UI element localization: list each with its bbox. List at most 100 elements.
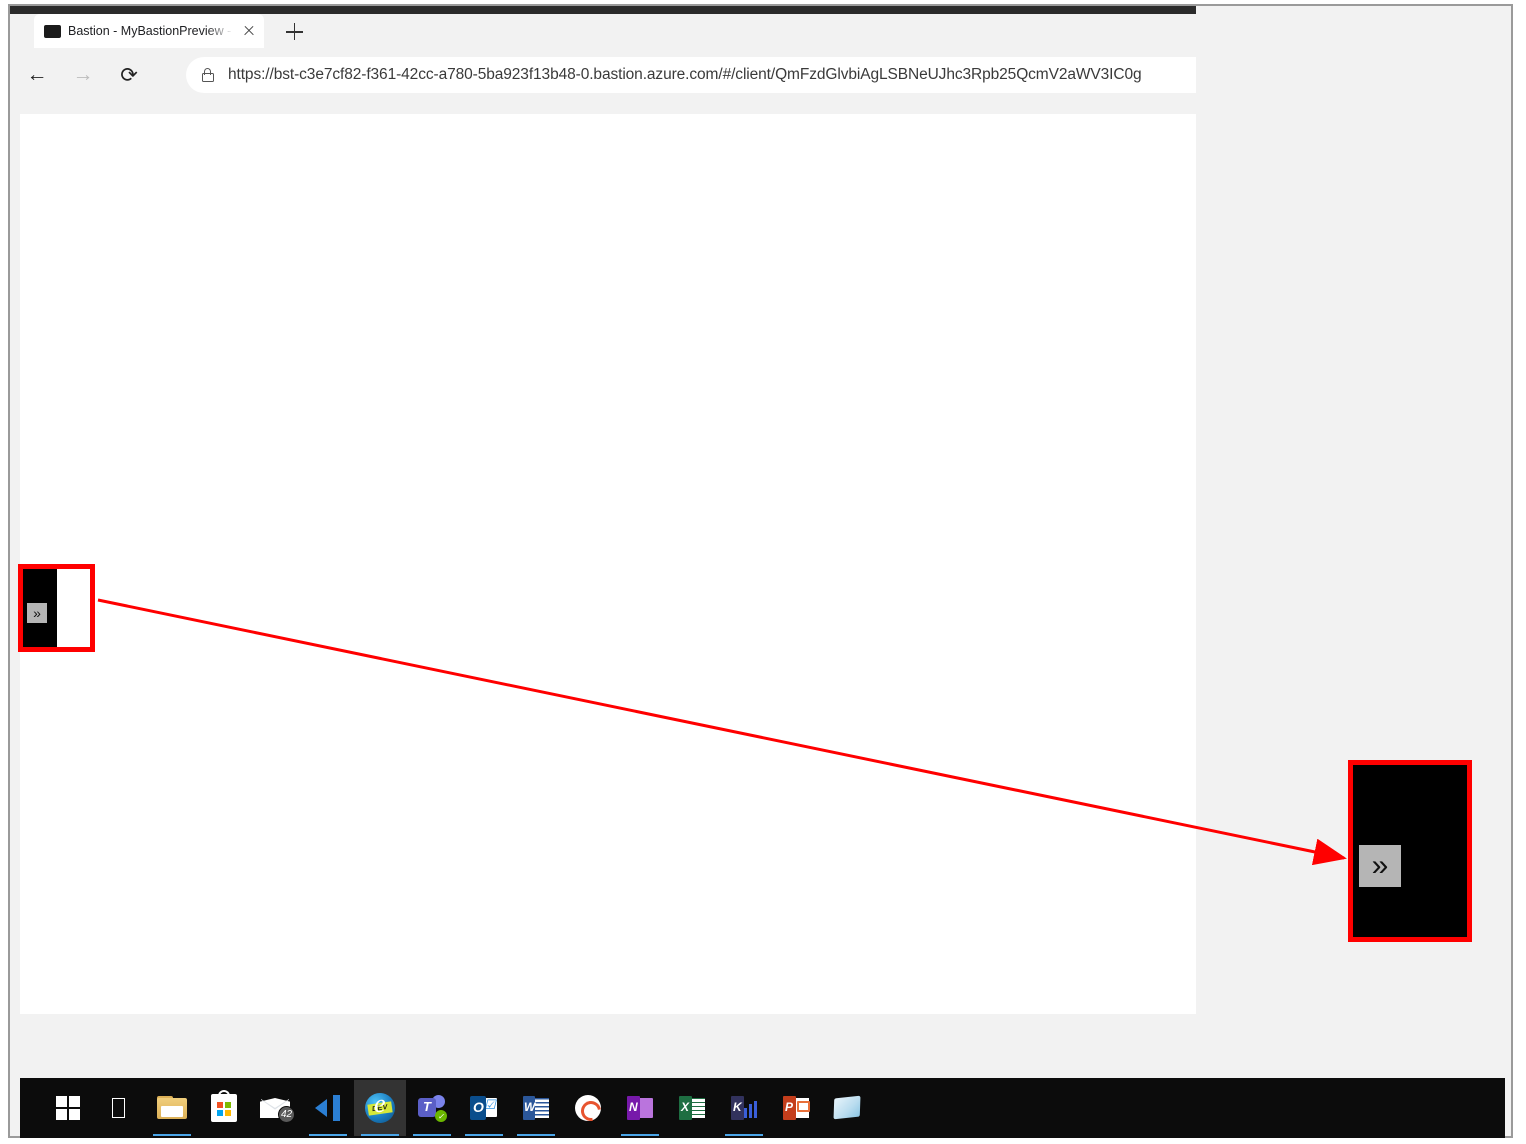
taskbar-internet-explorer[interactable]: e bbox=[198, 959, 250, 1011]
save-query-icon[interactable] bbox=[649, 834, 670, 856]
taskbar-task-view-button[interactable] bbox=[94, 1080, 146, 1136]
bing-search-input[interactable] bbox=[799, 587, 1129, 627]
events-section: EVENTS All events | 0 total Filter Serve… bbox=[337, 779, 993, 900]
taskbar-whiteboard[interactable] bbox=[822, 1080, 874, 1136]
chevron-down-icon[interactable] bbox=[623, 841, 635, 849]
new-tab-button[interactable] bbox=[282, 20, 306, 44]
windows-start-icon bbox=[56, 1096, 80, 1120]
powershell-window[interactable]: Administrator: Windows PowerShell Mode L… bbox=[868, 541, 1196, 1014]
desktop-icon-recycle-bin[interactable]: ♻ Recycle Bin bbox=[48, 274, 110, 346]
server-manager-window[interactable]: Server Manager ✕ ❮ ❯ ▼ Server Manager ‣ … bbox=[90, 276, 1012, 973]
taskbar-edge-dev[interactable]: DEV bbox=[354, 1080, 406, 1136]
taskbar-task-view-button[interactable] bbox=[146, 959, 198, 1011]
back-button[interactable]: ❮ bbox=[543, 325, 573, 355]
property-value[interactable]: P bbox=[530, 551, 538, 565]
scroll-left-icon[interactable]: ‹ bbox=[347, 761, 363, 772]
column-header-id[interactable]: ID bbox=[426, 876, 458, 891]
column-header-log[interactable]: Log bbox=[710, 876, 762, 891]
column-header-date-and-time[interactable]: Date and Time bbox=[762, 872, 872, 891]
back-button[interactable]: ← bbox=[18, 56, 56, 94]
chevron-right-icon[interactable]: ▷ bbox=[292, 464, 300, 475]
property-value[interactable]: IP bbox=[530, 631, 542, 645]
property-value[interactable]: E bbox=[530, 591, 538, 605]
bing-nav-images[interactable]: Images bbox=[633, 401, 681, 417]
forward-button[interactable]: ❯ bbox=[577, 327, 602, 353]
events-filter-field[interactable] bbox=[352, 832, 582, 858]
events-saved-query-menu[interactable] bbox=[649, 834, 688, 856]
taskbar-outlook[interactable] bbox=[458, 1080, 510, 1136]
sidebar-item-all-servers[interactable]: All Servers bbox=[91, 429, 314, 456]
property-value[interactable]: m bbox=[530, 456, 541, 470]
breadcrumb-root[interactable]: Server Manager bbox=[219, 318, 398, 347]
taskbar-skype[interactable] bbox=[562, 1080, 614, 1136]
column-header-source[interactable]: Source bbox=[526, 876, 710, 891]
server-manager-titlebar[interactable]: Server Manager ✕ bbox=[91, 277, 1011, 305]
taskbar-powershell[interactable] bbox=[302, 959, 354, 1011]
minimize-button[interactable] bbox=[873, 277, 919, 305]
column-header-severity[interactable]: Severity bbox=[458, 876, 526, 891]
maximize-button[interactable] bbox=[919, 277, 965, 305]
bastion-remote-desktop-viewport[interactable]: ♻ Recycle Bin Server Manager ✕ ❮ ❯ ▼ Ser bbox=[20, 114, 1196, 1014]
outlook-icon bbox=[470, 1095, 498, 1121]
powershell-console-output[interactable]: Mode LastWriteTime Lengt ---- ----------… bbox=[869, 572, 1196, 1014]
address-bar[interactable]: https://bst-c3e7cf82-f361-42cc-a780-5ba9… bbox=[186, 57, 1196, 93]
taskbar-teams[interactable]: ✓ bbox=[406, 1080, 458, 1136]
scroll-left-icon[interactable]: ‹ bbox=[537, 781, 557, 795]
taskbar-vscode[interactable] bbox=[302, 1080, 354, 1136]
events-filter-menu[interactable] bbox=[596, 834, 635, 856]
close-icon[interactable] bbox=[240, 22, 258, 40]
taskbar-start-button[interactable] bbox=[42, 1080, 94, 1136]
property-value[interactable]: E bbox=[530, 571, 538, 585]
taskbar-excel[interactable] bbox=[666, 1080, 718, 1136]
property-value[interactable]: D bbox=[530, 611, 539, 625]
taskbar-word[interactable] bbox=[510, 1080, 562, 1136]
bing-nav-videos[interactable]: Videos bbox=[717, 401, 761, 417]
scroll-right-icon[interactable]: › bbox=[967, 761, 983, 772]
scrollbar-thumb[interactable] bbox=[363, 759, 967, 773]
scrollbar-thumb[interactable] bbox=[557, 779, 1196, 796]
bing-nav-maps[interactable]: Maps bbox=[797, 401, 832, 417]
chevron-double-right-icon[interactable]: » bbox=[1359, 845, 1401, 887]
column-header-server-name[interactable]: Server Name bbox=[338, 876, 426, 891]
taskbar-server-manager[interactable] bbox=[354, 959, 406, 1011]
breadcrumb-current: Local Server bbox=[427, 317, 568, 346]
property-value[interactable]: M bbox=[530, 709, 541, 723]
events-toolbar bbox=[338, 822, 992, 869]
back-button[interactable]: ❮ bbox=[107, 313, 145, 351]
powershell-titlebar[interactable]: Administrator: Windows PowerShell bbox=[869, 542, 1196, 572]
close-button[interactable]: ✕ bbox=[965, 277, 1011, 305]
reload-button[interactable]: ⟳ bbox=[110, 56, 148, 94]
list-filter-icon[interactable] bbox=[596, 834, 617, 856]
bing-horizontal-scrollbar[interactable]: ‹ bbox=[537, 778, 1196, 796]
taskbar-microsoft-store[interactable] bbox=[198, 1080, 250, 1136]
taskbar-mail[interactable]: 42 bbox=[250, 1080, 302, 1136]
search-icon[interactable] bbox=[561, 838, 575, 852]
taskbar-onenote[interactable] bbox=[614, 1080, 666, 1136]
property-value[interactable]: W bbox=[530, 476, 542, 490]
taskbar-kaizala[interactable] bbox=[718, 1080, 770, 1136]
property-value[interactable]: M bbox=[530, 729, 541, 743]
chevron-down-icon[interactable]: ▼ bbox=[185, 327, 195, 338]
filter-input[interactable] bbox=[359, 838, 561, 852]
chevron-double-right-icon[interactable]: » bbox=[27, 603, 47, 623]
forward-button[interactable]: ❯ bbox=[147, 318, 175, 346]
forward-button[interactable]: → bbox=[64, 56, 102, 94]
properties-horizontal-scrollbar[interactable]: ‹ › bbox=[346, 758, 984, 774]
bing-nav-news[interactable]: News bbox=[868, 401, 904, 417]
taskbar-start-button[interactable] bbox=[42, 959, 94, 1011]
sidebar-item-local-server[interactable]: Local Server bbox=[91, 402, 314, 429]
close-icon[interactable]: ✕ bbox=[723, 365, 734, 381]
taskbar-search-button[interactable] bbox=[94, 959, 146, 1011]
sidebar-item-dashboard[interactable]: Dashboard bbox=[91, 375, 314, 402]
taskbar-file-explorer[interactable] bbox=[146, 1080, 198, 1136]
ie-tab[interactable]: Bing ✕ bbox=[541, 360, 741, 385]
ie-address-bar[interactable]: https://www.bing.com/ ▾ bbox=[610, 327, 1196, 353]
internet-explorer-window[interactable]: ❮ ❯ https://www.bing.com/ ▾ Bing ✕ bbox=[536, 320, 1196, 797]
sort-descending-icon bbox=[822, 872, 832, 877]
taskbar-file-explorer[interactable] bbox=[250, 959, 302, 1011]
new-tab-button[interactable] bbox=[743, 363, 767, 385]
chevron-down-icon[interactable] bbox=[676, 841, 688, 849]
taskbar-powerpoint[interactable] bbox=[770, 1080, 822, 1136]
browser-tab[interactable]: Bastion - MyBastionPreview - my bbox=[34, 14, 264, 48]
sidebar-item-file-and-storage-services[interactable]: File and Storage Services ▷ bbox=[91, 455, 314, 485]
